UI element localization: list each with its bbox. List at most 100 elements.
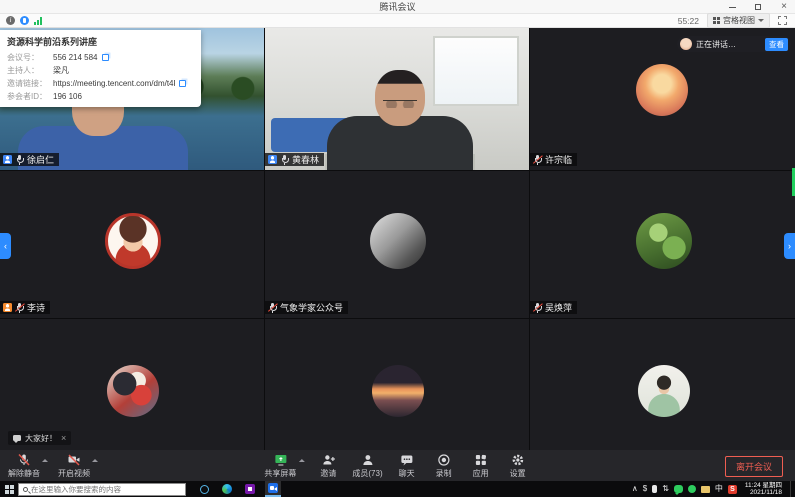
tray-expand-chevron[interactable]: ∧ xyxy=(632,481,638,497)
cortana-button[interactable] xyxy=(196,481,212,497)
video-tile-huangchunlin[interactable]: 黄春林 xyxy=(265,28,529,170)
host-value: 梁凡 xyxy=(53,65,69,76)
close-button[interactable]: × xyxy=(777,1,791,13)
edge-icon xyxy=(222,484,232,494)
system-tray: ∧ $ ⇅ 中 S 11:24 星期四 2021/11/18 xyxy=(632,481,793,497)
share-screen-button[interactable]: 共享屏幕 xyxy=(264,453,296,479)
mic-options-chevron[interactable] xyxy=(42,459,48,462)
participant-name: 徐启仁 xyxy=(27,153,54,166)
grid-view-button[interactable]: 宫格视图 xyxy=(707,13,770,28)
chat-icon xyxy=(400,453,414,467)
participant-nametag: 李诗 xyxy=(0,301,50,314)
search-input[interactable] xyxy=(31,485,181,494)
participant-name: 吴焕萍 xyxy=(545,301,572,314)
grid-view-icon xyxy=(713,17,720,24)
sync-tray-icon[interactable] xyxy=(688,485,696,493)
participant-id-label: 参会者ID： xyxy=(7,91,53,102)
video-tile-lishi[interactable]: 李诗 xyxy=(0,171,264,318)
video-tile-row3-3[interactable] xyxy=(530,319,795,450)
camera-off-icon xyxy=(67,453,81,467)
office-app-button[interactable] xyxy=(242,481,258,497)
mic-muted-icon xyxy=(17,453,31,467)
participant-nametag: 黄春林 xyxy=(265,153,324,166)
input-language-indicator[interactable]: 中 xyxy=(715,481,723,497)
start-video-button[interactable]: 开启视频 xyxy=(58,453,90,479)
avatar xyxy=(105,213,161,269)
share-screen-icon xyxy=(273,453,287,467)
chat-bubble-icon xyxy=(13,435,21,441)
members-button[interactable]: 成员(73) xyxy=(352,453,382,479)
video-options-chevron[interactable] xyxy=(92,459,98,462)
video-tile-row3-2[interactable] xyxy=(265,319,529,450)
avatar xyxy=(636,213,692,269)
invite-person-icon xyxy=(321,453,335,467)
copy-icon[interactable] xyxy=(179,80,186,87)
unmute-button[interactable]: 解除静音 xyxy=(8,453,40,479)
minimize-button[interactable] xyxy=(725,1,739,13)
mic-on-icon xyxy=(15,154,24,165)
meeting-info-popup: 资源科学前沿系列讲座 会议号： 556 214 584 主持人： 梁凡 邀请链接… xyxy=(0,30,201,107)
sogou-input-icon[interactable]: S xyxy=(728,485,737,494)
page-next-arrow[interactable]: › xyxy=(784,233,795,259)
window-titlebar: 腾讯会议 × xyxy=(0,0,795,14)
mic-muted-icon xyxy=(15,302,24,313)
mic-muted-icon xyxy=(533,302,542,313)
speaking-toast-text: 正在讲话… xyxy=(696,39,761,50)
members-label: 成员(73) xyxy=(352,468,382,479)
chat-button[interactable]: 聊天 xyxy=(394,453,420,479)
gear-icon xyxy=(511,453,525,467)
currency-tray-icon[interactable]: $ xyxy=(643,481,647,497)
maximize-button[interactable] xyxy=(751,1,765,13)
settings-button[interactable]: 设置 xyxy=(505,453,531,479)
meeting-title: 资源科学前沿系列讲座 xyxy=(7,35,194,48)
toast-action-button[interactable]: 查看 xyxy=(765,38,788,51)
chat-label: 聊天 xyxy=(399,468,415,479)
record-button[interactable]: 录制 xyxy=(431,453,457,479)
meeting-statusbar: i 55:22 宫格视图 xyxy=(0,14,795,28)
invite-button[interactable]: 邀请 xyxy=(315,453,341,479)
meeting-info-icon[interactable]: i xyxy=(6,16,15,25)
meeting-no-value: 556 214 584 xyxy=(53,53,98,62)
participant-name: 黄春林 xyxy=(292,153,319,166)
taskbar-search[interactable] xyxy=(18,483,186,496)
person-badge-icon xyxy=(3,155,12,164)
apps-button[interactable]: 应用 xyxy=(468,453,494,479)
invite-label: 邀请 xyxy=(320,468,336,479)
person-badge-icon xyxy=(3,303,12,312)
mic-muted-icon xyxy=(533,154,542,165)
network-signal-icon[interactable] xyxy=(34,17,42,25)
show-desktop-button[interactable] xyxy=(790,481,793,497)
avatar xyxy=(636,64,688,116)
participant-nametag: 吴焕萍 xyxy=(530,301,577,314)
share-options-chevron[interactable] xyxy=(298,459,304,462)
apps-label: 应用 xyxy=(473,468,489,479)
fullscreen-icon[interactable] xyxy=(778,16,787,25)
participant-name: 气象学家公众号 xyxy=(280,301,343,314)
leave-meeting-button[interactable]: 离开会议 xyxy=(725,456,783,477)
person-badge-icon xyxy=(268,155,277,164)
participant-name: 许宗临 xyxy=(545,153,572,166)
participant-nametag: 徐启仁 xyxy=(0,153,59,166)
meeting-no-label: 会议号： xyxy=(7,52,53,63)
meeting-protection-icon[interactable] xyxy=(20,16,29,25)
window-title: 腾讯会议 xyxy=(379,0,415,13)
meeting-app-button[interactable] xyxy=(265,481,281,497)
wechat-tray-icon[interactable] xyxy=(674,485,683,493)
record-label: 录制 xyxy=(436,468,452,479)
avatar xyxy=(372,365,424,417)
network-updown-icon[interactable]: ⇅ xyxy=(662,481,669,497)
start-button[interactable] xyxy=(0,481,18,497)
chat-preview-pill[interactable]: 大家好！ × xyxy=(8,431,71,445)
edge-button[interactable] xyxy=(219,481,235,497)
window-controls: × xyxy=(725,0,791,14)
invite-link-value[interactable]: https://meeting.tencent.com/dm/t4FgKWCBg… xyxy=(53,79,175,88)
mic-tray-icon[interactable] xyxy=(652,485,657,493)
folder-tray-icon[interactable] xyxy=(701,486,710,493)
video-tile-meteorologist[interactable]: 气象学家公众号 xyxy=(265,171,529,318)
start-video-label: 开启视频 xyxy=(58,468,90,479)
close-icon[interactable]: × xyxy=(61,434,66,442)
video-tile-wuhuanping[interactable]: 吴焕萍 xyxy=(530,171,795,318)
page-previous-arrow[interactable]: ‹ xyxy=(0,233,11,259)
taskbar-clock[interactable]: 11:24 星期四 2021/11/18 xyxy=(742,482,785,496)
copy-icon[interactable] xyxy=(102,54,109,61)
